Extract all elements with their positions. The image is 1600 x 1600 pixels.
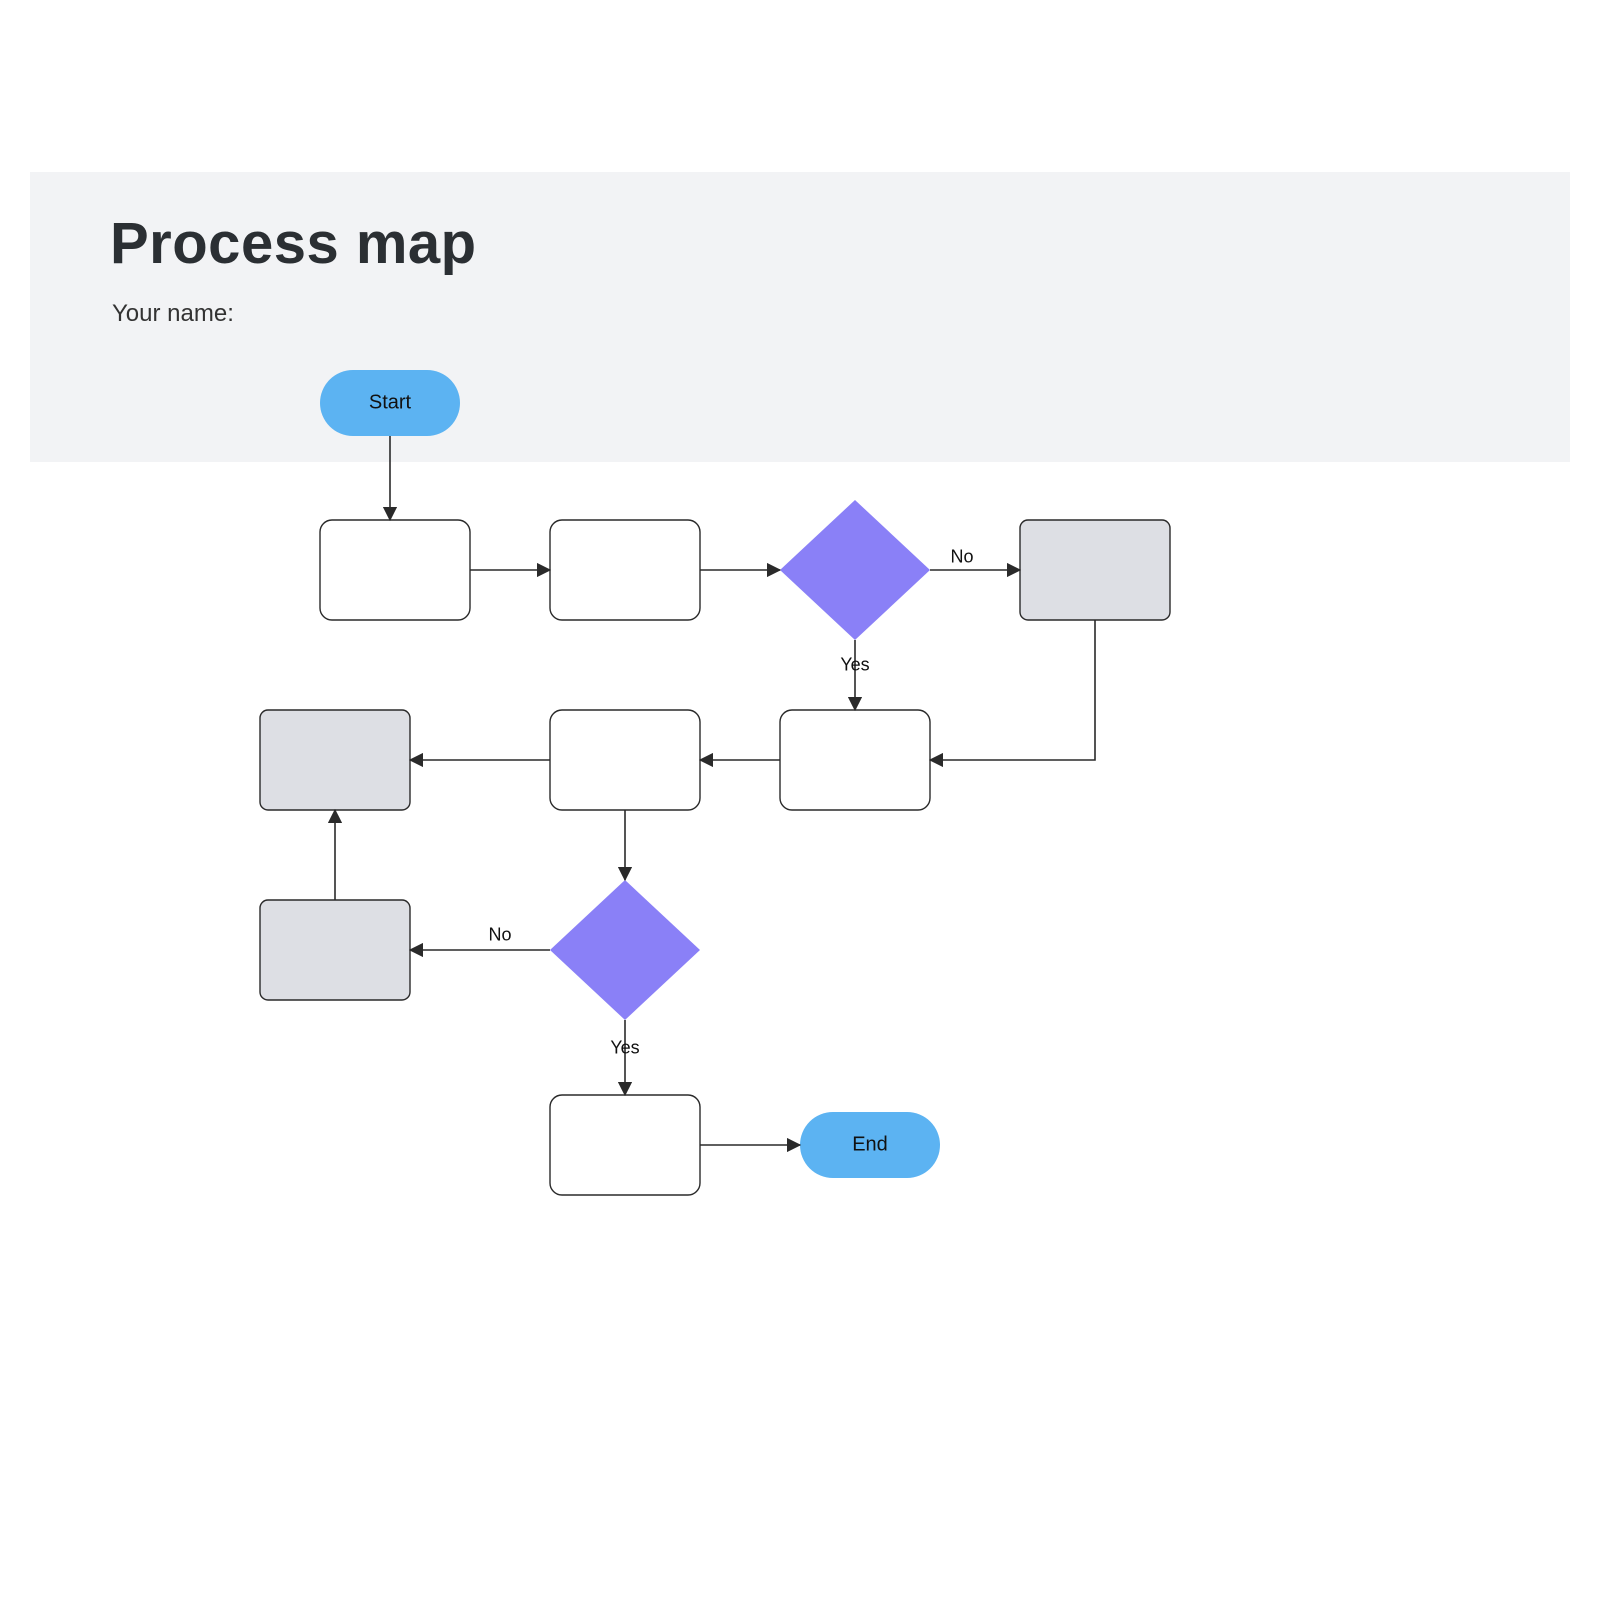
node-s1[interactable]	[1020, 520, 1170, 620]
flowchart-svg	[0, 0, 1600, 1600]
diagram-canvas: Process map Your name:	[0, 0, 1600, 1600]
node-p5[interactable]	[550, 1095, 700, 1195]
label-start: Start	[369, 392, 411, 415]
label-d2-yes: Yes	[610, 1038, 639, 1059]
label-d2-no: No	[488, 925, 511, 946]
node-p2[interactable]	[550, 520, 700, 620]
node-s3[interactable]	[260, 900, 410, 1000]
label-d1-no: No	[950, 547, 973, 568]
node-p1[interactable]	[320, 520, 470, 620]
label-end: End	[852, 1134, 888, 1157]
node-d1[interactable]	[780, 500, 930, 640]
label-d1-yes: Yes	[840, 655, 869, 676]
node-s2[interactable]	[260, 710, 410, 810]
node-d2[interactable]	[550, 880, 700, 1020]
node-p3[interactable]	[780, 710, 930, 810]
edge-s1-p3	[930, 620, 1095, 760]
node-p4[interactable]	[550, 710, 700, 810]
